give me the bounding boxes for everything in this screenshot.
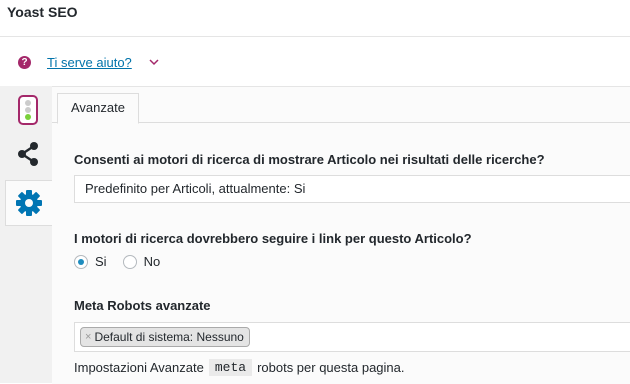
meta-robots-label: Meta Robots avanzate bbox=[74, 298, 211, 313]
radio-no[interactable] bbox=[122, 254, 137, 269]
meta-robots-chip: × Default di sistema: Nessuno bbox=[80, 327, 250, 347]
radio-si[interactable] bbox=[74, 254, 88, 269]
help-link[interactable]: Ti serve aiuto? bbox=[47, 55, 132, 70]
share-icon bbox=[17, 142, 38, 166]
radio-no-label[interactable]: No bbox=[144, 254, 161, 269]
tab-bar: Avanzate bbox=[52, 87, 630, 124]
description-code: meta bbox=[208, 359, 253, 376]
readability-traffic-light-icon bbox=[17, 95, 38, 125]
search-visibility-label: Consenti ai motori di ricerca di mostrar… bbox=[74, 152, 545, 167]
tab-advanced[interactable] bbox=[5, 180, 52, 226]
chip-remove-icon[interactable]: × bbox=[85, 328, 91, 346]
follow-links-radio-group: Si No bbox=[74, 254, 176, 269]
description-suffix: robots per questa pagina. bbox=[257, 360, 405, 375]
follow-links-label: I motori di ricerca dovrebbero seguire i… bbox=[74, 231, 472, 246]
chip-label: Default di sistema: Nessuno bbox=[94, 330, 244, 344]
meta-robots-multiselect[interactable]: × Default di sistema: Nessuno bbox=[74, 322, 630, 352]
panel-title: Yoast SEO bbox=[7, 4, 78, 20]
description-prefix: Impostazioni Avanzate bbox=[74, 360, 204, 375]
metabox-sidebar bbox=[0, 86, 52, 383]
question-icon[interactable]: ? bbox=[18, 55, 31, 69]
panel-header: Yoast SEO bbox=[0, 0, 630, 37]
radio-si-label[interactable]: Si bbox=[95, 254, 107, 269]
gear-icon bbox=[16, 190, 42, 216]
metabox-content: Avanzate Consenti ai motori di ricerca d… bbox=[52, 86, 630, 384]
search-visibility-select[interactable]: Predefinito per Articoli, attualmente: S… bbox=[74, 175, 630, 203]
tab-avanzate[interactable]: Avanzate bbox=[57, 93, 139, 124]
help-row: ? Ti serve aiuto? bbox=[18, 52, 160, 72]
tab-readability[interactable] bbox=[5, 90, 50, 130]
chevron-down-icon[interactable] bbox=[148, 56, 160, 68]
meta-robots-description: Impostazioni Avanzate meta robots per qu… bbox=[74, 359, 405, 376]
tab-social[interactable] bbox=[5, 134, 50, 174]
